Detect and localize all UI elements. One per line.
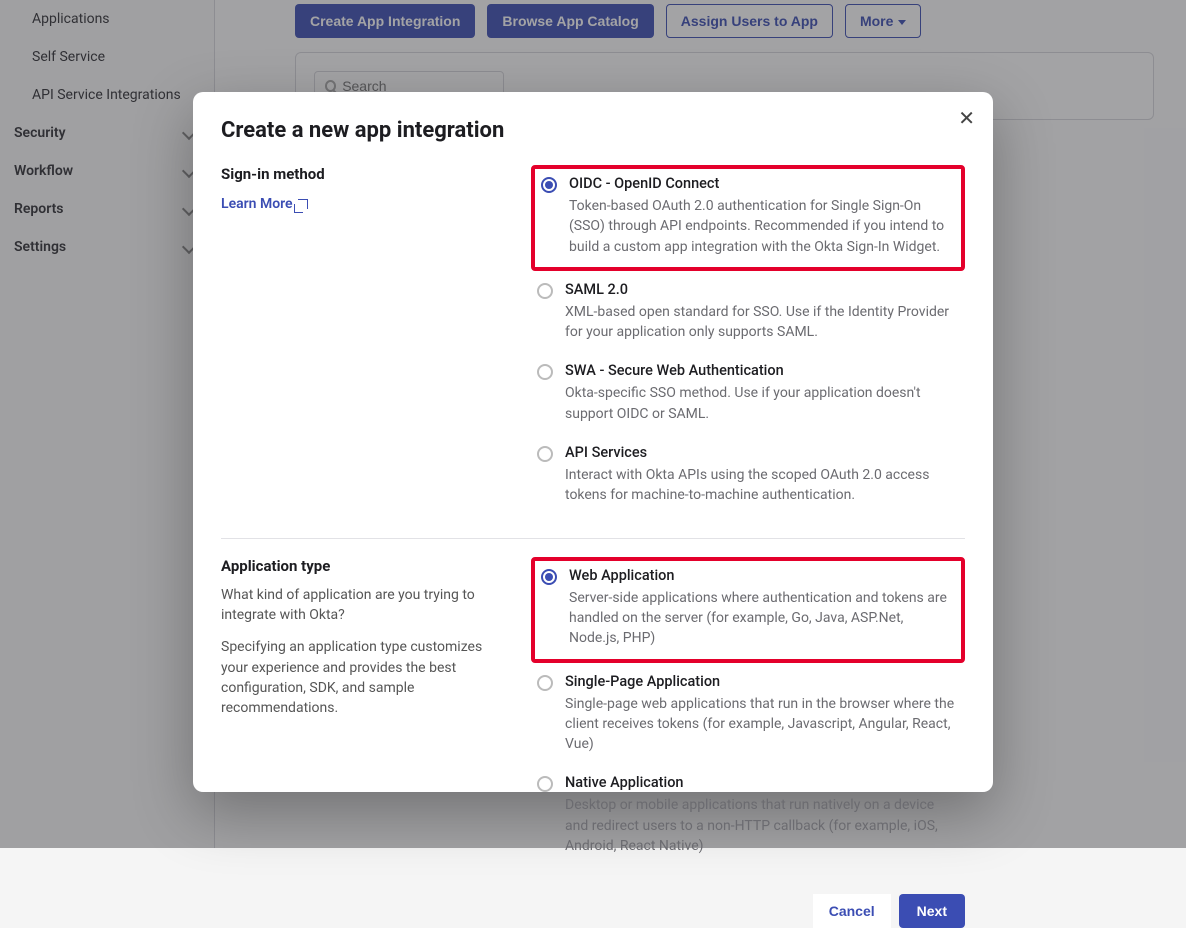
- option-body: OIDC - OpenID Connect Token-based OAuth 2…: [569, 175, 955, 257]
- option-title: Web Application: [569, 567, 955, 584]
- signin-option-api-services[interactable]: API Services Interact with Okta APIs usin…: [531, 438, 965, 520]
- option-description: Interact with Okta APIs using the scoped…: [565, 465, 959, 506]
- option-title: Native Application: [565, 774, 959, 791]
- apptype-option-native-application[interactable]: Native Application Desktop or mobile appl…: [531, 768, 965, 870]
- option-description: Okta-specific SSO method. Use if your ap…: [565, 383, 959, 424]
- option-body: API Services Interact with Okta APIs usin…: [565, 444, 959, 506]
- radio-icon[interactable]: [537, 446, 553, 462]
- option-body: Single-Page Application Single-page web a…: [565, 673, 959, 755]
- option-title: OIDC - OpenID Connect: [569, 175, 955, 192]
- signin-method-section: Sign-in method Learn More OIDC - OpenID …: [221, 165, 965, 526]
- modal-footer: Cancel Next: [221, 894, 965, 928]
- option-body: Native Application Desktop or mobile appl…: [565, 774, 959, 856]
- signin-option-saml-2-0[interactable]: SAML 2.0 XML-based open standard for SSO.…: [531, 275, 965, 357]
- radio-icon[interactable]: [537, 776, 553, 792]
- apptype-option-single-page-application[interactable]: Single-Page Application Single-page web a…: [531, 667, 965, 769]
- option-title: SWA - Secure Web Authentication: [565, 362, 959, 379]
- option-description: Single-page web applications that run in…: [565, 694, 959, 755]
- apptype-options: Web Application Server-side applications …: [531, 557, 965, 871]
- option-description: XML-based open standard for SSO. Use if …: [565, 302, 959, 343]
- radio-icon[interactable]: [541, 177, 557, 193]
- modal-overlay[interactable]: ✕ Create a new app integration Sign-in m…: [0, 0, 1186, 848]
- signin-options: OIDC - OpenID Connect Token-based OAuth 2…: [531, 165, 965, 520]
- learn-more-label: Learn More: [221, 196, 293, 212]
- option-body: SWA - Secure Web Authentication Okta-spec…: [565, 362, 959, 424]
- apptype-para-2: Specifying an application type customize…: [221, 637, 511, 718]
- option-title: Single-Page Application: [565, 673, 959, 690]
- application-type-section: Application type What kind of applicatio…: [221, 557, 965, 877]
- option-title: API Services: [565, 444, 959, 461]
- option-description: Token-based OAuth 2.0 authentication for…: [569, 196, 955, 257]
- learn-more-link[interactable]: Learn More: [221, 196, 308, 212]
- radio-icon[interactable]: [537, 364, 553, 380]
- external-link-icon: [298, 199, 308, 209]
- divider: [221, 538, 965, 539]
- radio-icon[interactable]: [541, 569, 557, 585]
- create-app-integration-modal: ✕ Create a new app integration Sign-in m…: [193, 92, 993, 792]
- option-description: Server-side applications where authentic…: [569, 588, 955, 649]
- option-description: Desktop or mobile applications that run …: [565, 795, 959, 856]
- radio-icon[interactable]: [537, 675, 553, 691]
- signin-heading: Sign-in method: [221, 165, 511, 183]
- option-body: SAML 2.0 XML-based open standard for SSO.…: [565, 281, 959, 343]
- signin-option-oidc-openid-connect[interactable]: OIDC - OpenID Connect Token-based OAuth 2…: [531, 165, 965, 271]
- close-button[interactable]: ✕: [958, 106, 975, 131]
- apptype-option-web-application[interactable]: Web Application Server-side applications …: [531, 557, 965, 663]
- radio-icon[interactable]: [537, 283, 553, 299]
- cancel-button[interactable]: Cancel: [813, 894, 891, 928]
- apptype-para-1: What kind of application are you trying …: [221, 585, 511, 626]
- modal-title: Create a new app integration: [221, 118, 965, 143]
- signin-option-swa-secure-web-authentication[interactable]: SWA - Secure Web Authentication Okta-spec…: [531, 356, 965, 438]
- option-title: SAML 2.0: [565, 281, 959, 298]
- option-body: Web Application Server-side applications …: [569, 567, 955, 649]
- next-button[interactable]: Next: [899, 894, 965, 928]
- apptype-heading: Application type: [221, 557, 511, 575]
- close-icon: ✕: [958, 108, 975, 130]
